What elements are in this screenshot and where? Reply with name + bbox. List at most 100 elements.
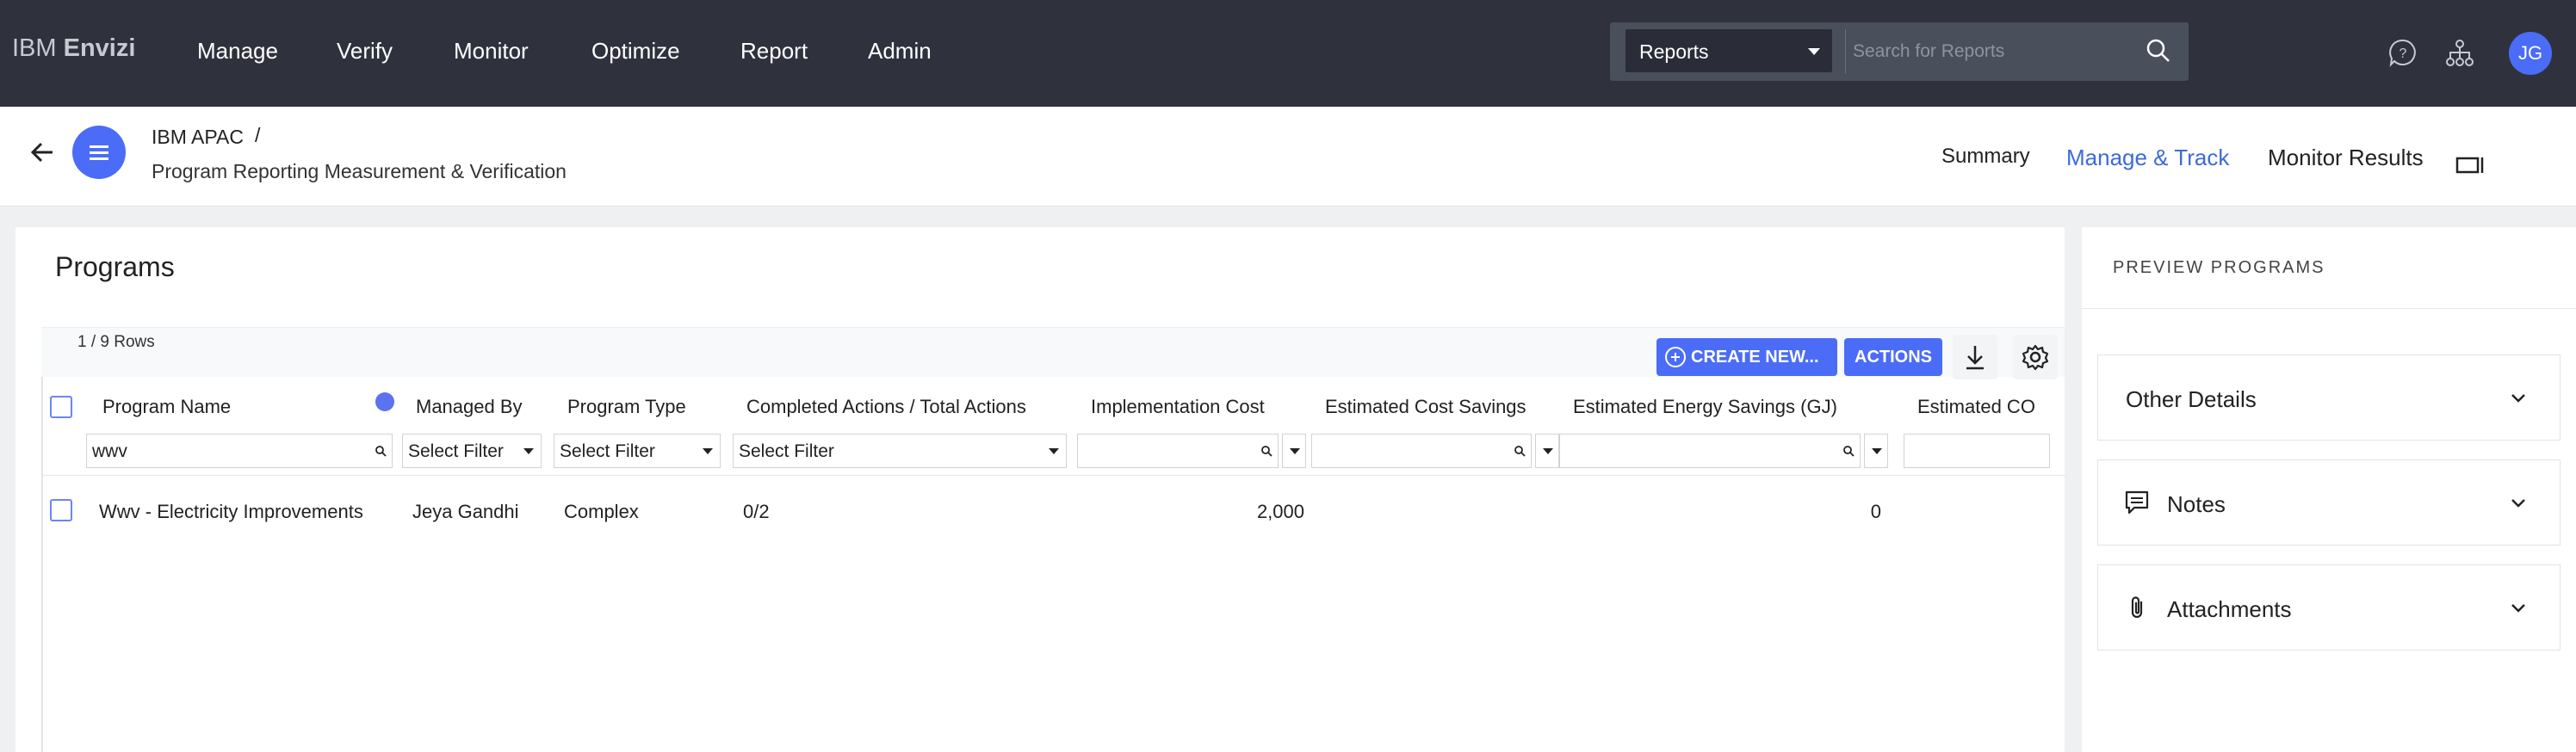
create-new-label: CREATE NEW... <box>1691 347 1819 367</box>
settings-button[interactable] <box>2013 335 2058 379</box>
cell-implementation-cost: 2,000 <box>1256 501 1304 522</box>
menu-button[interactable] <box>72 126 126 179</box>
column-header-program-name[interactable]: Program Name <box>102 396 231 418</box>
cell-program-name[interactable]: Wwv - Electricity Improvements <box>99 501 363 523</box>
programs-card: Programs 1 / 9 Rows CREATE NEW... ACTION… <box>15 227 2066 752</box>
status-dot-icon <box>375 392 394 411</box>
help-icon[interactable]: ? <box>2388 38 2418 67</box>
nav-manage[interactable]: Manage <box>197 38 278 65</box>
divider <box>43 475 2066 476</box>
comment-icon <box>2125 490 2149 515</box>
paperclip-icon <box>2131 596 2143 619</box>
menu-line <box>90 151 108 154</box>
select-all-checkbox[interactable] <box>50 396 72 418</box>
brand-name: Envizi <box>63 34 136 62</box>
user-avatar[interactable]: JG <box>2509 32 2552 75</box>
download-icon <box>1966 346 1984 370</box>
caret-down-icon <box>523 448 534 454</box>
nav-optimize[interactable]: Optimize <box>591 38 680 65</box>
caret-down-icon <box>1290 448 1300 454</box>
filter-estimated-co[interactable] <box>1904 434 2050 468</box>
search-input[interactable] <box>1853 29 2137 74</box>
back-arrow-icon[interactable] <box>29 139 55 165</box>
table-border <box>41 377 43 752</box>
cell-estimated-energy-savings: 0 <box>1870 501 1881 522</box>
divider <box>2082 308 2576 309</box>
org-chart-icon[interactable] <box>2445 38 2474 67</box>
search-icon <box>1843 446 1855 457</box>
svg-text:?: ? <box>2400 46 2407 61</box>
caret-down-icon <box>703 448 713 454</box>
cell-completed-actions: 0/2 <box>743 501 770 522</box>
table-toolbar: 1 / 9 Rows CREATE NEW... ACTIONS <box>41 327 2065 379</box>
filter-implementation-cost[interactable] <box>1077 434 1279 468</box>
nav-verify[interactable]: Verify <box>337 38 393 65</box>
tab-manage-track[interactable]: Manage & Track <box>2066 145 2229 171</box>
column-header-implementation-cost[interactable]: Implementation Cost <box>1091 396 1265 418</box>
accordion-label: Notes <box>2167 491 2226 517</box>
plus-circle-icon <box>1665 347 1686 367</box>
filter-program-name[interactable]: wwv <box>86 434 393 468</box>
gear-icon <box>2022 344 2049 371</box>
nav-monitor[interactable]: Monitor <box>454 38 529 65</box>
menu-line <box>90 145 108 148</box>
actions-button[interactable]: ACTIONS <box>1844 338 1942 376</box>
filter-operator-dropdown[interactable] <box>1864 434 1888 468</box>
brand-logo[interactable]: IBM Envizi <box>12 34 135 63</box>
filter-managed-by-value: Select Filter <box>408 441 504 461</box>
present-icon[interactable] <box>2455 155 2485 176</box>
breadcrumb-org[interactable]: IBM APAC <box>152 126 244 149</box>
search-scope-select[interactable]: Reports <box>1625 29 1832 72</box>
accordion-other-details[interactable]: Other Details <box>2097 354 2561 441</box>
brand-prefix: IBM <box>12 34 57 62</box>
page-title: Program Reporting Measurement & Verifica… <box>152 160 567 182</box>
search-icon[interactable] <box>2146 38 2171 64</box>
column-header-estimated-energy-savings[interactable]: Estimated Energy Savings (GJ) <box>1573 396 1837 418</box>
row-checkbox[interactable] <box>50 499 72 521</box>
filter-program-type[interactable]: Select Filter <box>554 434 721 468</box>
chevron-down-icon <box>2511 499 2525 508</box>
nav-report[interactable]: Report <box>740 38 808 65</box>
filter-program-type-value: Select Filter <box>560 441 655 461</box>
filter-estimated-cost-savings[interactable] <box>1311 434 1532 468</box>
chevron-down-icon <box>2511 604 2525 613</box>
programs-title: Programs <box>55 251 175 282</box>
rows-count: 1 / 9 Rows <box>77 333 155 351</box>
download-button[interactable] <box>1953 335 1997 379</box>
filter-completed-actions-value: Select Filter <box>739 441 834 461</box>
chevron-down-icon <box>2511 394 2525 403</box>
caret-down-icon <box>1049 448 1059 454</box>
tab-summary[interactable]: Summary <box>1941 145 2030 169</box>
create-new-button[interactable]: CREATE NEW... <box>1656 338 1837 376</box>
column-header-managed-by[interactable]: Managed By <box>416 396 523 418</box>
column-header-program-type[interactable]: Program Type <box>567 396 686 418</box>
filter-managed-by[interactable]: Select Filter <box>402 434 542 468</box>
filter-program-name-value: wwv <box>92 441 127 461</box>
filter-completed-actions[interactable]: Select Filter <box>733 434 1067 468</box>
preview-title: PREVIEW PROGRAMS <box>2113 258 2325 277</box>
preview-panel: PREVIEW PROGRAMS Other Details Notes Att… <box>2082 227 2576 752</box>
filter-operator-dropdown[interactable] <box>1282 434 1306 468</box>
tab-monitor-results[interactable]: Monitor Results <box>2268 145 2424 171</box>
accordion-label: Other Details <box>2126 386 2257 412</box>
column-header-estimated-cost-savings[interactable]: Estimated Cost Savings <box>1325 396 1526 418</box>
search-icon <box>1261 446 1273 457</box>
caret-down-icon <box>1543 448 1553 454</box>
page-header: IBM APAC / Program Reporting Measurement… <box>0 107 2576 206</box>
breadcrumb-separator: / <box>255 124 261 146</box>
column-header-estimated-co[interactable]: Estimated CO <box>1917 396 2035 418</box>
column-header-completed-actions[interactable]: Completed Actions / Total Actions <box>746 396 1026 418</box>
search-scope-value: Reports <box>1639 40 1709 63</box>
menu-line <box>90 157 108 160</box>
caret-down-icon <box>1872 448 1882 454</box>
nav-admin[interactable]: Admin <box>868 38 932 65</box>
accordion-attachments[interactable]: Attachments <box>2097 564 2561 650</box>
search-icon <box>375 446 387 457</box>
cell-program-type: Complex <box>564 501 639 522</box>
filter-operator-dropdown[interactable] <box>1535 434 1559 468</box>
filter-estimated-energy-savings[interactable] <box>1559 434 1861 468</box>
top-navigation-bar: IBM Envizi Manage Verify Monitor Optimiz… <box>0 0 2576 107</box>
accordion-notes[interactable]: Notes <box>2097 459 2561 546</box>
caret-down-icon <box>1808 48 1820 55</box>
divider <box>1845 29 1846 74</box>
